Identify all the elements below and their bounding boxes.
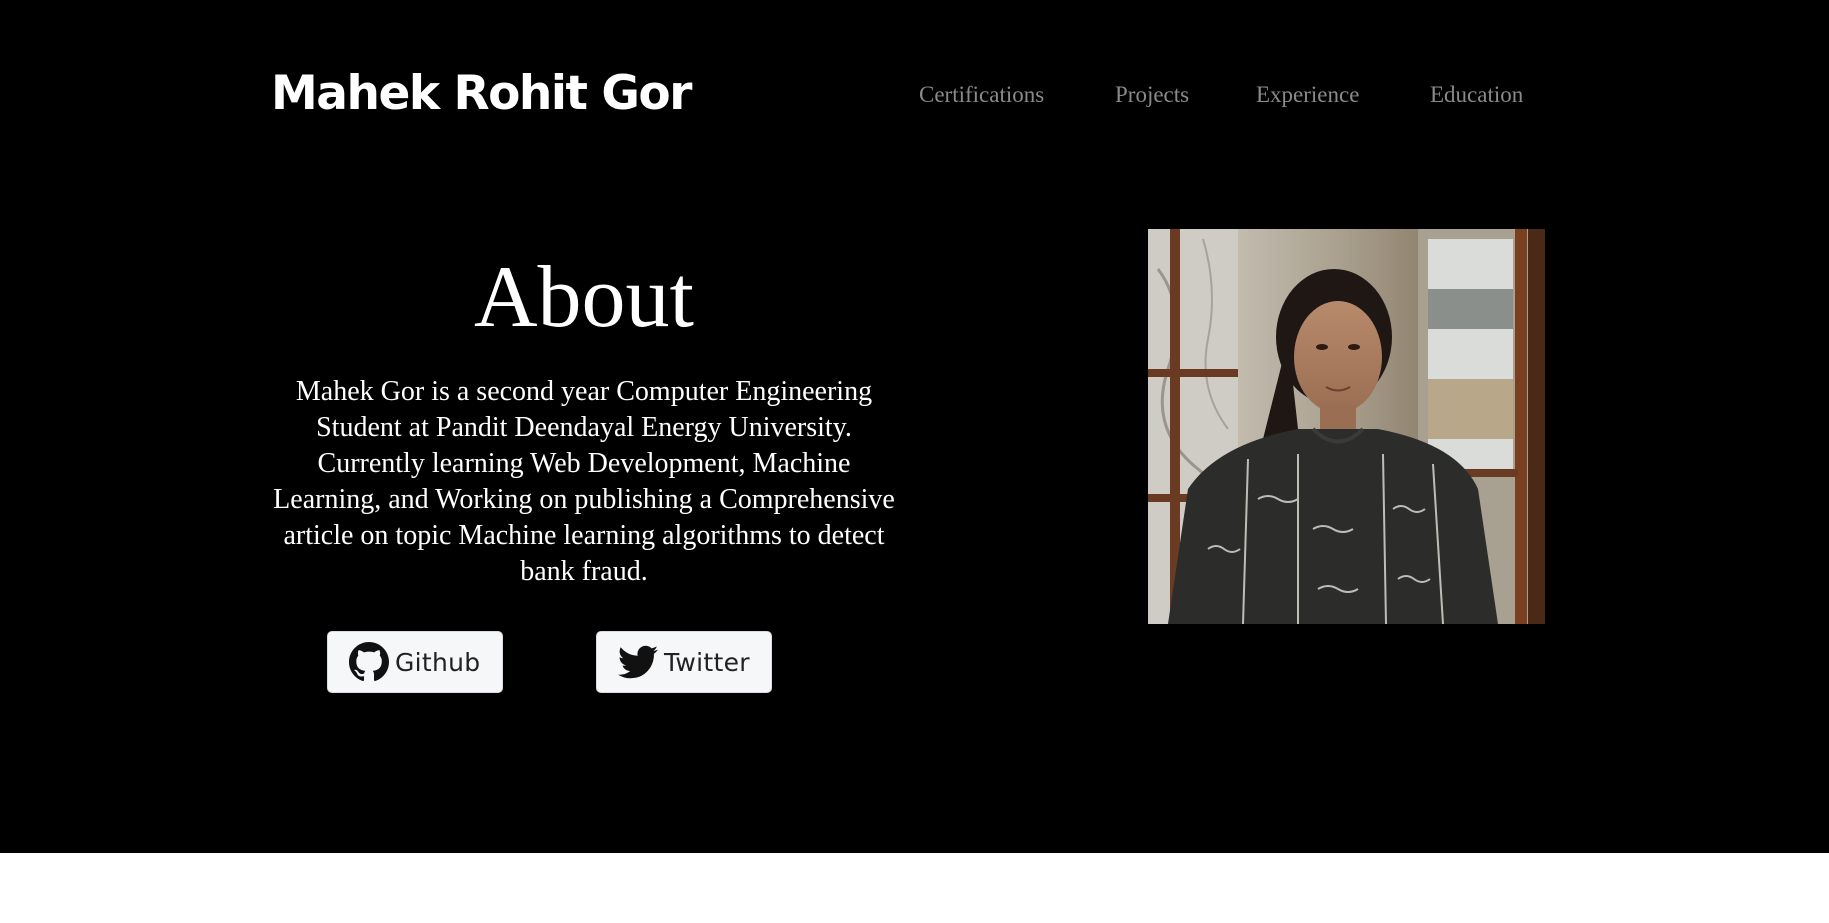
nav-link-education[interactable]: Education: [1430, 78, 1523, 112]
github-button-label: Github: [395, 647, 481, 677]
about-heading: About: [474, 249, 694, 346]
nav-link-experience[interactable]: Experience: [1256, 78, 1359, 112]
profile-photo: [1148, 229, 1545, 624]
twitter-icon: [617, 641, 659, 683]
twitter-button-label: Twitter: [664, 647, 750, 677]
hero-section: Mahek Rohit Gor Certifications Projects …: [0, 0, 1829, 853]
nav-link-certifications[interactable]: Certifications: [919, 78, 1044, 112]
twitter-button[interactable]: Twitter: [596, 631, 772, 693]
github-button[interactable]: Github: [327, 631, 503, 693]
about-description: Mahek Gor is a second year Computer Engi…: [273, 376, 895, 587]
nav-link-projects[interactable]: Projects: [1115, 78, 1189, 112]
github-icon: [348, 641, 390, 683]
site-brand[interactable]: Mahek Rohit Gor: [271, 62, 692, 126]
